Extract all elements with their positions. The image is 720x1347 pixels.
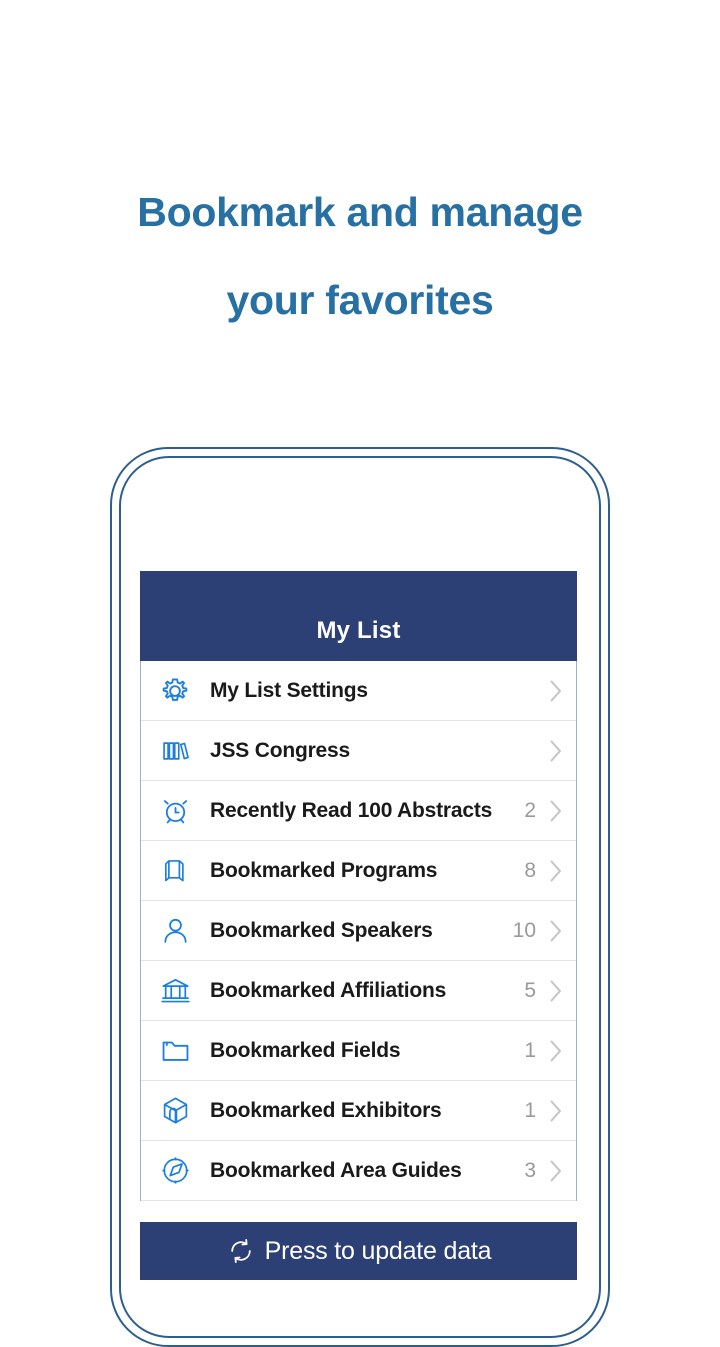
chevron-right-icon bbox=[548, 858, 564, 884]
list-item-count: 8 bbox=[524, 858, 536, 882]
list-item-label: Bookmarked Fields bbox=[210, 1038, 401, 1062]
list-item[interactable]: Recently Read 100 Abstracts 2 bbox=[141, 781, 576, 841]
headline-line-1: Bookmark and manage bbox=[137, 189, 583, 235]
app-screen: My List My List Settings JSS Congress Rece… bbox=[140, 571, 577, 1280]
list-item-label: My List Settings bbox=[210, 678, 368, 702]
list-item-count: 5 bbox=[524, 978, 536, 1002]
chevron-right-icon bbox=[548, 738, 564, 764]
page-title: My List bbox=[316, 617, 401, 644]
chevron-right-icon bbox=[548, 1098, 564, 1124]
list-item-count: 1 bbox=[524, 1098, 536, 1122]
refresh-icon bbox=[226, 1236, 256, 1266]
gear-icon bbox=[154, 673, 196, 709]
list-item-label: Bookmarked Exhibitors bbox=[210, 1098, 442, 1122]
list-item-label: Bookmarked Speakers bbox=[210, 918, 433, 942]
list-item-label: Bookmarked Programs bbox=[210, 858, 438, 882]
page-headline: Bookmark and manage your favorites bbox=[0, 168, 720, 344]
list-item[interactable]: Bookmarked Area Guides 3 bbox=[141, 1141, 576, 1201]
list-item-count: 3 bbox=[524, 1158, 536, 1182]
list-item[interactable]: Bookmarked Programs 8 bbox=[141, 841, 576, 901]
alarm-clock-icon bbox=[154, 793, 196, 829]
chevron-right-icon bbox=[548, 1038, 564, 1064]
list-item-label: JSS Congress bbox=[210, 738, 350, 762]
list-item[interactable]: My List Settings bbox=[141, 661, 576, 721]
chevron-right-icon bbox=[548, 678, 564, 704]
bank-icon bbox=[154, 973, 196, 1009]
list-item-label: Bookmarked Affiliations bbox=[210, 978, 447, 1002]
list-item-count: 2 bbox=[524, 798, 536, 822]
list-item-label: Bookmarked Area Guides bbox=[210, 1158, 462, 1182]
books-icon bbox=[154, 733, 196, 769]
app-header: My List bbox=[140, 571, 577, 661]
my-list: My List Settings JSS Congress Recently Rea… bbox=[140, 661, 577, 1201]
update-data-button[interactable]: Press to update data bbox=[140, 1222, 577, 1280]
list-item-label: Recently Read 100 Abstracts bbox=[210, 798, 493, 822]
folder-icon bbox=[154, 1033, 196, 1069]
compass-icon bbox=[154, 1153, 196, 1189]
book-icon bbox=[154, 853, 196, 889]
list-item[interactable]: Bookmarked Speakers 10 bbox=[141, 901, 576, 961]
update-data-label: Press to update data bbox=[264, 1236, 492, 1265]
list-item-count: 10 bbox=[512, 918, 536, 942]
list-item-count: 1 bbox=[524, 1038, 536, 1062]
list-item[interactable]: Bookmarked Fields 1 bbox=[141, 1021, 576, 1081]
cube-icon bbox=[154, 1093, 196, 1129]
list-item[interactable]: Bookmarked Affiliations 5 bbox=[141, 961, 576, 1021]
chevron-right-icon bbox=[548, 978, 564, 1004]
list-item[interactable]: JSS Congress bbox=[141, 721, 576, 781]
person-icon bbox=[154, 913, 196, 949]
list-item[interactable]: Bookmarked Exhibitors 1 bbox=[141, 1081, 576, 1141]
chevron-right-icon bbox=[548, 1158, 564, 1184]
chevron-right-icon bbox=[548, 798, 564, 824]
chevron-right-icon bbox=[548, 918, 564, 944]
headline-line-2: your favorites bbox=[226, 277, 494, 323]
